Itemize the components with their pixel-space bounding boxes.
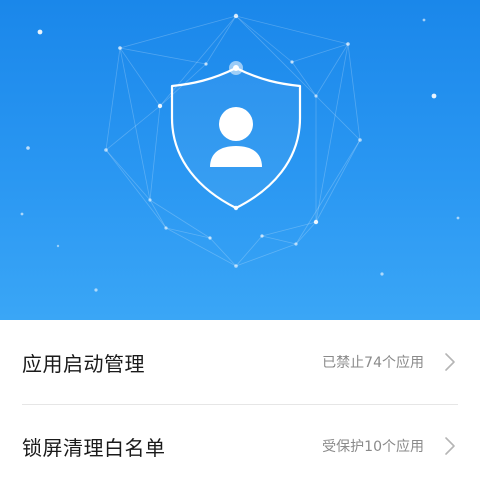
security-hero-banner: [0, 0, 480, 320]
network-background-graphic: [20, 13, 460, 292]
lock-screen-cleanup-whitelist-status: 受保护10个应用: [322, 439, 424, 455]
lock-screen-cleanup-whitelist-title: 锁屏清理白名单: [22, 435, 166, 460]
chevron-right-icon: [442, 350, 458, 374]
app-startup-management-title: 应用启动管理: [22, 351, 145, 376]
lock-screen-cleanup-whitelist-item[interactable]: 锁屏清理白名单 受保护10个应用: [0, 404, 480, 480]
chevron-right-icon: [442, 434, 458, 458]
shield-user-icon: [170, 61, 302, 211]
app-startup-management-status: 已禁止74个应用: [322, 355, 424, 371]
phone-manager-screen: 应用启动管理 已禁止74个应用 锁屏清理白名单 受保护10个应用: [0, 0, 480, 480]
app-startup-management-item[interactable]: 应用启动管理 已禁止74个应用: [0, 320, 480, 404]
